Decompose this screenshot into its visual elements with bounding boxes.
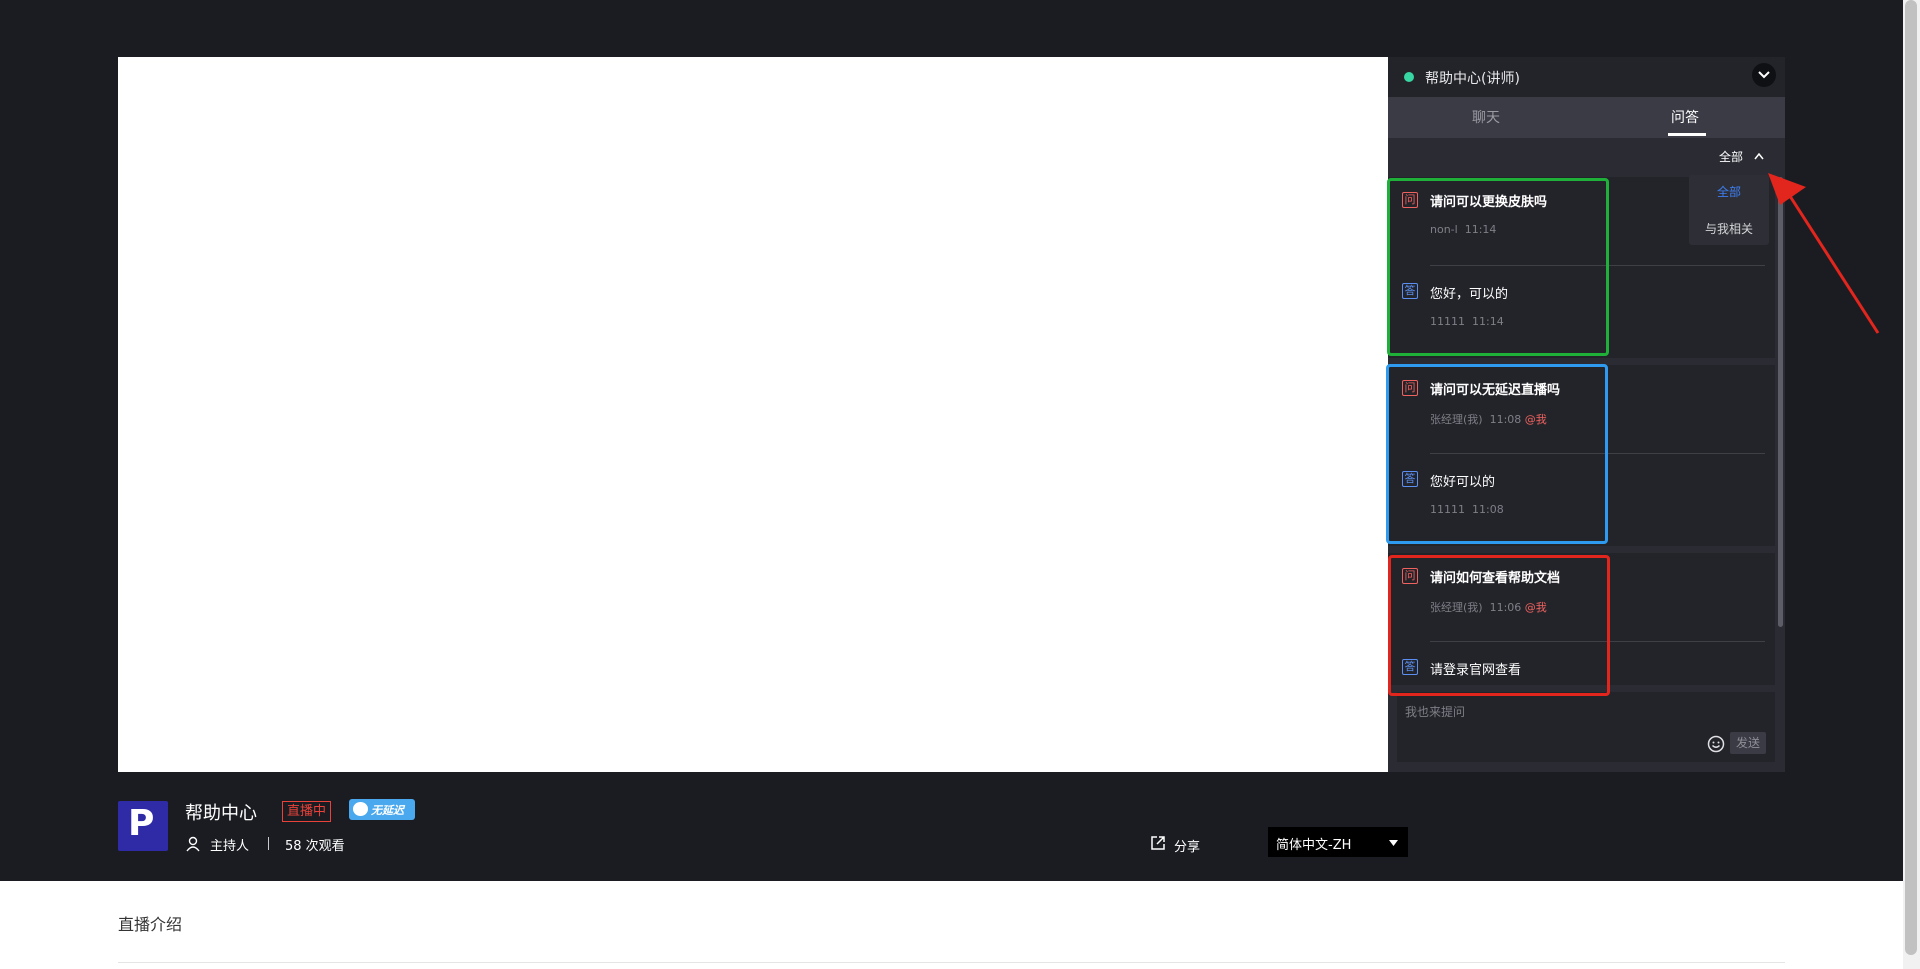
share-icon[interactable]	[1150, 835, 1166, 851]
language-value: 简体中文-ZH	[1276, 838, 1352, 853]
page-scrollbar-thumb[interactable]	[1905, 0, 1917, 955]
chevron-down-icon	[1758, 71, 1770, 79]
collapse-panel-button[interactable]	[1752, 63, 1776, 87]
online-status-dot	[1404, 72, 1414, 82]
emoji-icon[interactable]	[1707, 735, 1725, 753]
intro-divider	[118, 962, 1785, 963]
no-delay-badge: 无延迟	[349, 799, 415, 820]
panel-header: 帮助中心(讲师)	[1388, 57, 1785, 97]
chevron-up-icon[interactable]	[1754, 153, 1764, 160]
info-separator	[268, 837, 269, 850]
video-player[interactable]	[118, 57, 1388, 772]
question-input[interactable]	[1397, 692, 1775, 732]
room-title: 帮助中心	[185, 803, 257, 824]
filter-option-all[interactable]: 全部	[1689, 183, 1769, 200]
live-status-badge: 直播中	[282, 801, 332, 822]
panel-tabs: 聊天 问答	[1388, 97, 1785, 138]
host-label: 主持人	[210, 839, 250, 854]
view-count: 58 次观看	[285, 839, 345, 854]
send-button[interactable]: 发送	[1730, 732, 1766, 754]
caret-down-icon	[1389, 840, 1398, 846]
question-composer: 发送	[1397, 692, 1775, 762]
red-arrow-annotation	[1768, 173, 1880, 334]
intro-section-title: 直播介绍	[118, 915, 183, 934]
logo-letter: P	[128, 803, 155, 844]
qa-filter-toggle[interactable]: 全部	[1719, 148, 1743, 165]
no-delay-label: 无延迟	[371, 804, 404, 817]
filter-dropdown-menu: 全部 与我相关	[1689, 175, 1769, 245]
language-select[interactable]: 简体中文-ZH	[1268, 827, 1408, 857]
filter-option-related[interactable]: 与我相关	[1689, 220, 1769, 237]
panel-title: 帮助中心(讲师)	[1425, 71, 1520, 87]
highlight-box-red	[1388, 555, 1610, 696]
share-button[interactable]: 分享	[1174, 836, 1200, 855]
channel-logo: P	[118, 801, 168, 851]
no-delay-icon	[353, 802, 368, 816]
highlight-box-blue	[1386, 364, 1608, 544]
tab-chat[interactable]: 聊天	[1472, 107, 1500, 127]
user-icon	[186, 836, 200, 852]
active-tab-indicator	[1668, 133, 1706, 136]
tab-qa[interactable]: 问答	[1671, 107, 1699, 127]
highlight-box-green	[1387, 178, 1609, 356]
